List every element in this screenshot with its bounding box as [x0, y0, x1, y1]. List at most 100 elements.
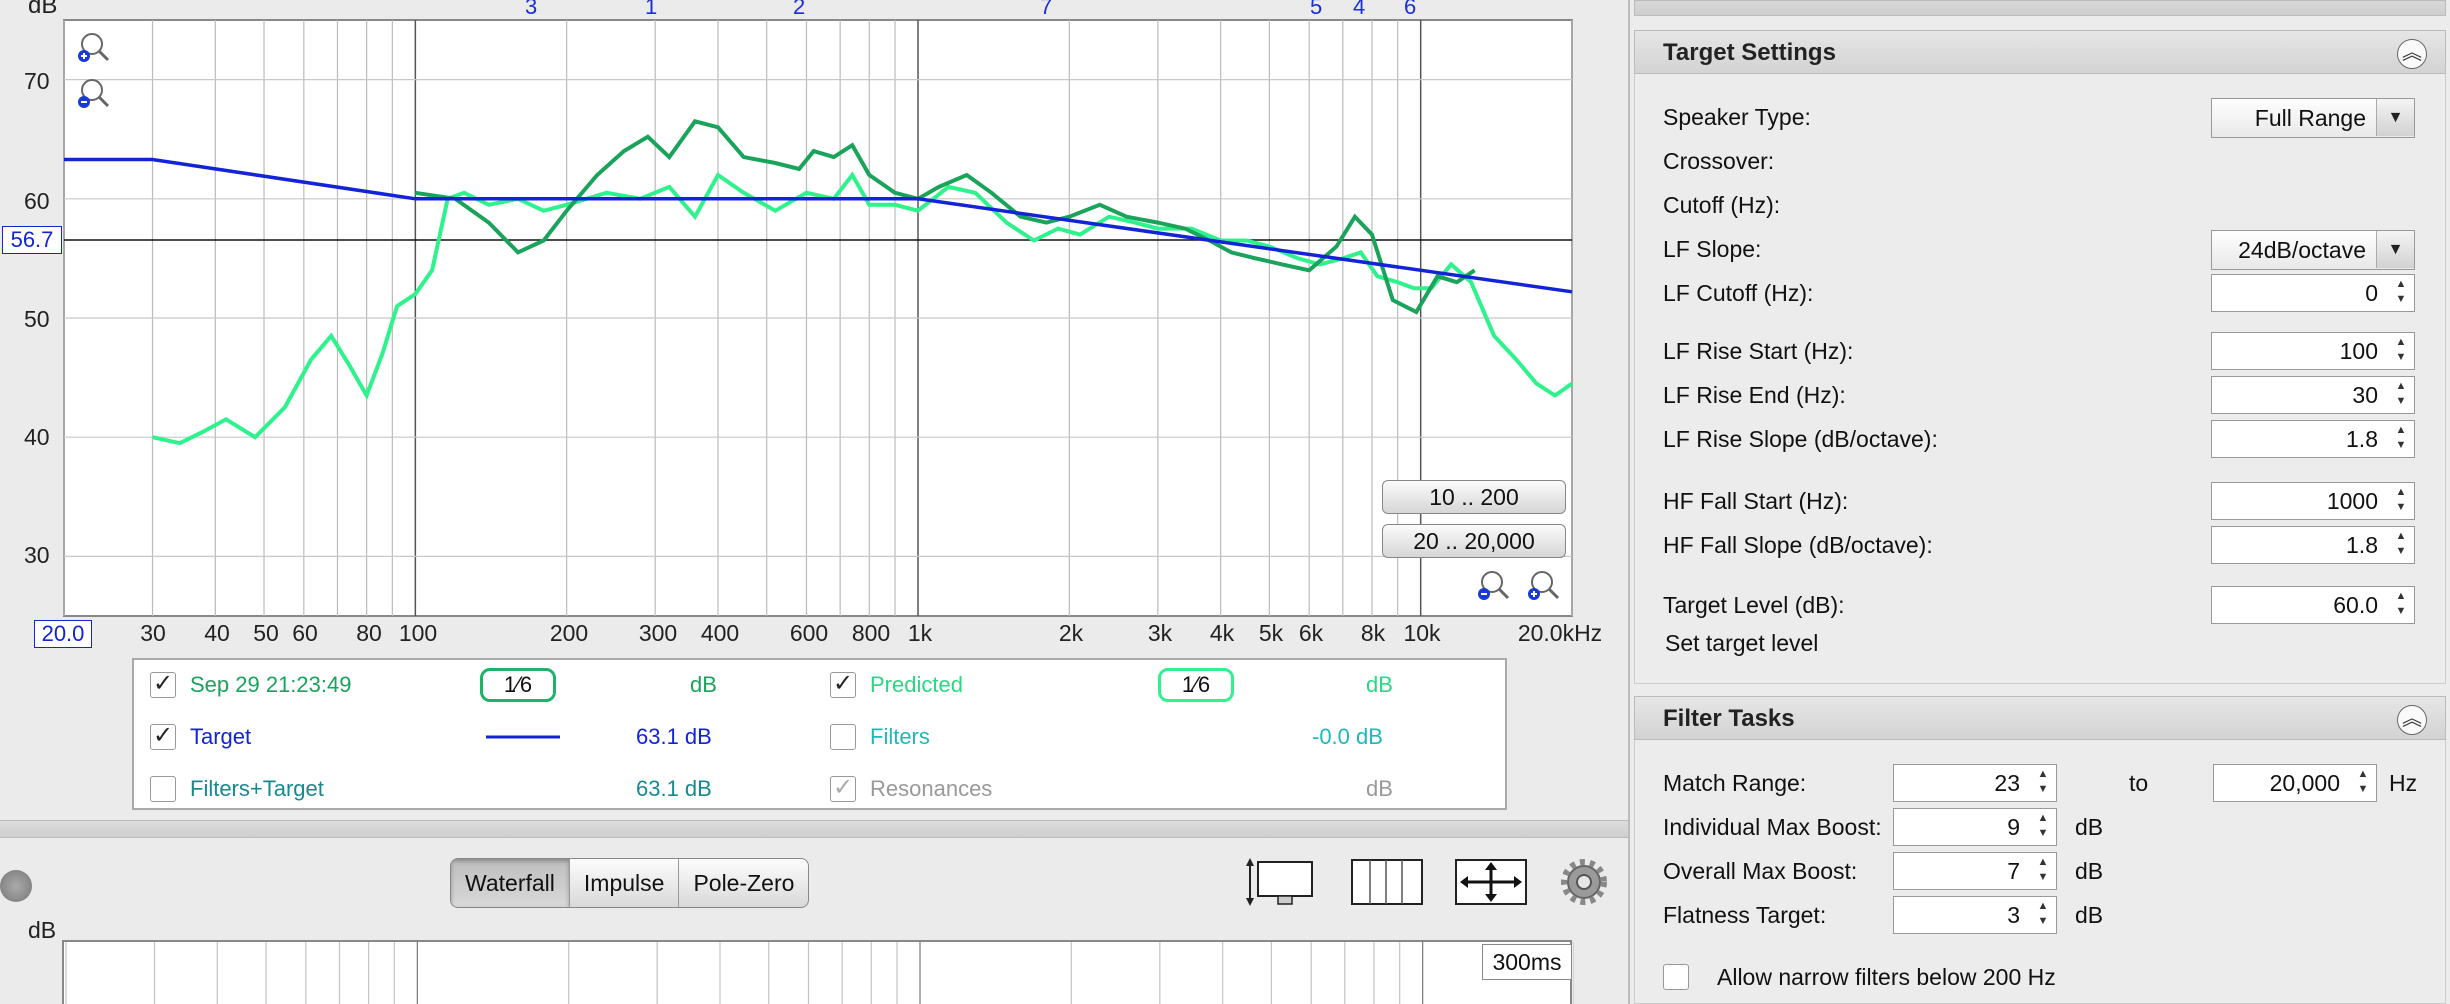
lf-rise-start-input[interactable]: 100 ▲ ▼: [2211, 332, 2415, 370]
x-tick: 40: [204, 620, 230, 646]
spinner-icon[interactable]: ▲ ▼: [2390, 589, 2412, 621]
hf-fall-start-value: 1000: [2326, 488, 2378, 514]
hf-fall-start-input[interactable]: 1000 ▲ ▼: [2211, 482, 2415, 520]
view-tab-group: Waterfall Impulse Pole-Zero: [450, 858, 810, 908]
spinner-icon[interactable]: ▲ ▼: [2390, 485, 2412, 517]
match-range-label: Match Range:: [1663, 770, 1807, 796]
overall-max-boost-input[interactable]: 7 ▲ ▼: [1893, 852, 2057, 890]
gear-icon[interactable]: [1560, 858, 1608, 906]
x-tick: 8k: [1360, 620, 1386, 646]
spinner-icon[interactable]: ▲ ▼: [2390, 529, 2412, 561]
measurement-name: Sep 29 21:23:49: [190, 672, 352, 697]
hf-fall-start-label: HF Fall Start (Hz):: [1663, 488, 1849, 514]
target-line-swatch: [486, 735, 560, 739]
spinner-icon[interactable]: ▲ ▼: [2352, 767, 2374, 799]
lf-rise-slope-label: LF Rise Slope (dB/octave):: [1663, 426, 1938, 452]
y-tick-50: 50: [24, 306, 50, 332]
individual-max-boost-label: Individual Max Boost:: [1663, 814, 1882, 840]
spinner-icon[interactable]: ▲ ▼: [2390, 423, 2412, 455]
spinner-icon[interactable]: ▲ ▼: [2032, 899, 2054, 931]
x-tick: 10k: [1403, 620, 1441, 646]
resonances-checkbox[interactable]: ✓: [830, 776, 856, 802]
target-checkbox[interactable]: ✓: [150, 724, 176, 750]
x-tick: 400: [700, 620, 740, 646]
x-tick: 30: [140, 620, 166, 646]
range-10-200-button[interactable]: 10 .. 200: [1382, 480, 1566, 514]
tab-waterfall[interactable]: Waterfall: [451, 859, 570, 907]
filters-target-value: 63.1 dB: [636, 776, 712, 801]
x-tick: 4k: [1209, 620, 1235, 646]
spinner-icon[interactable]: ▲ ▼: [2032, 811, 2054, 843]
waterfall-grid: [65, 942, 1575, 1004]
range-20-20000-button[interactable]: 20 .. 20,000: [1382, 524, 1566, 558]
spinner-icon[interactable]: ▲ ▼: [2390, 379, 2412, 411]
x-start-readout[interactable]: 20.0: [34, 620, 92, 648]
target-level-input[interactable]: 60.0 ▲ ▼: [2211, 586, 2415, 624]
waterfall-plot[interactable]: [62, 940, 1575, 1004]
flatness-target-input[interactable]: 3 ▲ ▼: [1893, 896, 2057, 934]
filter-tasks-title: Filter Tasks: [1663, 705, 1795, 732]
lf-cutoff-label: LF Cutoff (Hz):: [1663, 280, 1814, 306]
predicted-value: dB: [1366, 672, 1393, 697]
speaker-type-select[interactable]: Full Range ▼: [2211, 98, 2415, 138]
vertical-fit-icon[interactable]: [1244, 856, 1322, 908]
individual-max-boost-value: 9: [2007, 814, 2020, 840]
speaker-type-value: Full Range: [2254, 105, 2366, 131]
filters-checkbox[interactable]: [830, 724, 856, 750]
frequency-response-plot[interactable]: [0, 0, 1628, 660]
measurement-checkbox[interactable]: ✓: [150, 672, 176, 698]
measurement-value: dB: [690, 672, 717, 697]
x-tick: 50: [253, 620, 279, 646]
individual-max-boost-input[interactable]: 9 ▲ ▼: [1893, 808, 2057, 846]
allow-narrow-checkbox[interactable]: [1663, 964, 1689, 990]
spinner-icon[interactable]: ▲ ▼: [2032, 767, 2054, 799]
x-tick: 1k: [907, 620, 933, 646]
match-range-from-input[interactable]: 23 ▲ ▼: [1893, 764, 2057, 802]
filters-target-checkbox[interactable]: [150, 776, 176, 802]
x-tick: 200: [549, 620, 589, 646]
predicted-name: Predicted: [870, 672, 963, 697]
tab-pole-zero[interactable]: Pole-Zero: [679, 859, 808, 907]
pane-splitter[interactable]: [0, 820, 1628, 838]
set-target-level-link[interactable]: Set target level: [1665, 630, 1818, 657]
lf-rise-slope-input[interactable]: 1.8 ▲ ▼: [2211, 420, 2415, 458]
target-value: 63.1 dB: [636, 724, 712, 749]
grid-layout-icon[interactable]: [1350, 856, 1424, 908]
target-level-label: Target Level (dB):: [1663, 592, 1845, 618]
resonances-name: Resonances: [870, 776, 993, 801]
lf-slope-select[interactable]: 24dB/octave ▼: [2211, 230, 2415, 270]
overall-max-boost-value: 7: [2007, 858, 2020, 884]
lf-rise-end-input[interactable]: 30 ▲ ▼: [2211, 376, 2415, 414]
spinner-icon[interactable]: ▲ ▼: [2390, 277, 2412, 309]
x-tick: 600: [789, 620, 829, 646]
y-tick-30: 30: [24, 542, 50, 568]
spinner-icon[interactable]: ▲ ▼: [2390, 335, 2412, 367]
target-settings-header[interactable]: Target Settings ︽: [1634, 30, 2446, 74]
match-range-to-input[interactable]: 20,000 ▲ ▼: [2213, 764, 2377, 802]
lf-cutoff-input[interactable]: 0 ▲ ▼: [2211, 274, 2415, 312]
db-unit: dB: [2075, 902, 2104, 928]
tab-impulse[interactable]: Impulse: [570, 859, 680, 907]
measurement-smoothing-button[interactable]: 1⁄6: [480, 668, 556, 702]
predicted-smoothing-button[interactable]: 1⁄6: [1158, 668, 1234, 702]
lf-rise-start-value: 100: [2339, 338, 2378, 364]
x-tick: 60: [292, 620, 318, 646]
cutoff-label: Cutoff (Hz):: [1663, 192, 1781, 218]
dropdown-arrow-icon: ▼: [2376, 99, 2414, 136]
spinner-icon[interactable]: ▲ ▼: [2032, 855, 2054, 887]
collapse-chevron-icon[interactable]: ︽: [2397, 705, 2427, 735]
lf-rise-end-label: LF Rise End (Hz):: [1663, 382, 1846, 408]
time-window-button[interactable]: 300ms: [1482, 944, 1572, 980]
hf-fall-slope-value: 1.8: [2346, 532, 2378, 558]
filter-tasks-body: Match Range: 23 ▲ ▼ to 20,000 ▲ ▼ Hz Indiv…: [1634, 740, 2446, 1004]
hf-fall-slope-input[interactable]: 1.8 ▲ ▼: [2211, 526, 2415, 564]
lf-cutoff-value: 0: [2365, 280, 2378, 306]
lf-slope-label: LF Slope:: [1663, 236, 1762, 262]
filter-tasks-header[interactable]: Filter Tasks ︽: [1634, 696, 2446, 740]
collapsed-section-header[interactable]: [1634, 0, 2446, 16]
cursor-level-readout[interactable]: 56.7: [2, 226, 62, 254]
fit-all-arrows-icon[interactable]: [1454, 856, 1528, 908]
predicted-checkbox[interactable]: ✓: [830, 672, 856, 698]
record-button-icon[interactable]: [0, 870, 32, 902]
collapse-chevron-icon[interactable]: ︽: [2397, 39, 2427, 69]
